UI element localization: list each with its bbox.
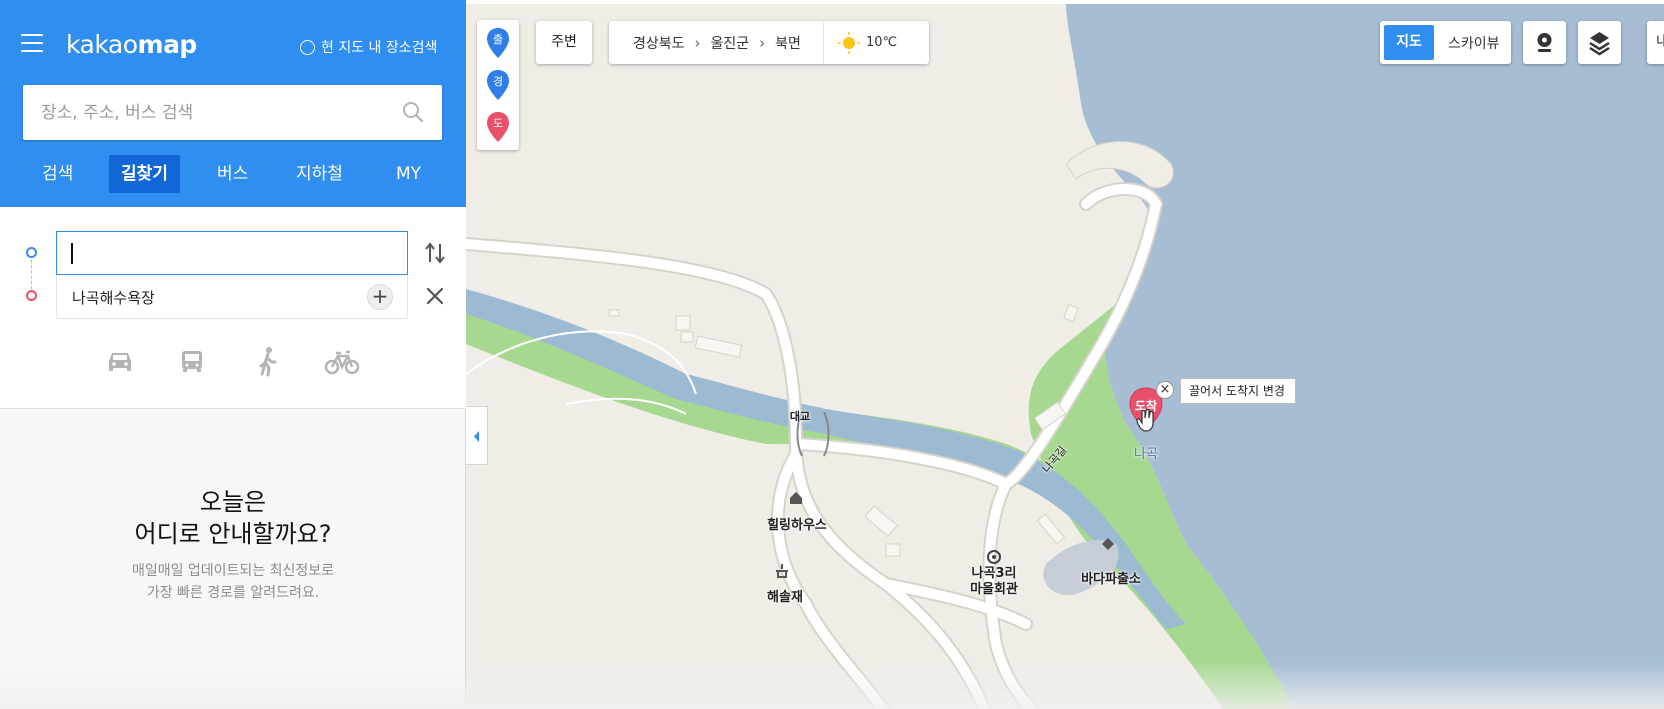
destination-pin-button[interactable]: 도 <box>486 111 510 143</box>
map-canvas[interactable] <box>466 4 1664 709</box>
waypoint-pin-text: 경 <box>493 75 503 88</box>
map-type-map[interactable]: 지도 <box>1384 25 1434 60</box>
tab-subway[interactable]: 지하철 <box>296 155 343 193</box>
region-breadcrumb: 경상북도 › 울진군 › 북면 10℃ <box>609 21 929 64</box>
end-input-value: 나곡해수욕장 <box>72 289 155 307</box>
drag-tooltip: 끌어서 도착지 변경 <box>1180 378 1296 404</box>
sidebar: kakaomap 현 지도 내 장소검색 검색 길찾기 버스 지하철 MY <box>0 0 466 709</box>
divider <box>822 21 824 64</box>
empty-title-line1: 오늘은 <box>199 488 267 516</box>
app-root: kakaomap 현 지도 내 장소검색 검색 길찾기 버스 지하철 MY <box>0 0 1664 709</box>
village-hall-line2: 마을회관 <box>970 582 1018 597</box>
destination-pin-text: 도 <box>493 117 503 130</box>
bus-icon[interactable] <box>172 342 212 382</box>
menu-icon[interactable] <box>21 34 43 52</box>
walk-icon[interactable] <box>248 342 288 382</box>
logo-suffix: map <box>137 30 198 59</box>
chevron-left-icon <box>474 431 479 442</box>
chevron-right-icon: › <box>694 33 701 52</box>
tooltip-close-button[interactable]: × <box>1156 381 1174 399</box>
healing-house-label[interactable]: 힐링하우스 <box>752 518 842 534</box>
hand-cursor-icon <box>1136 409 1154 432</box>
village-hall-label[interactable]: 나곡3리 마을회관 <box>959 566 1029 598</box>
clear-route-icon[interactable] <box>424 285 446 307</box>
start-field <box>56 231 408 275</box>
breadcrumb-province[interactable]: 경상북도 <box>633 33 685 53</box>
sidebar-header: kakaomap 현 지도 내 장소검색 검색 길찾기 버스 지하철 MY <box>0 0 466 207</box>
map-type-skyview[interactable]: 스카이뷰 <box>1440 33 1500 53</box>
current-map-search-toggle[interactable]: 현 지도 내 장소검색 <box>300 37 437 57</box>
add-waypoint-button[interactable]: + <box>367 284 393 310</box>
waypoint-pin-button[interactable]: 경 <box>486 69 510 101</box>
roadview-button[interactable] <box>1523 21 1566 64</box>
route-connector <box>31 260 32 289</box>
start-input[interactable] <box>57 232 407 274</box>
layers-button[interactable] <box>1578 21 1621 64</box>
route-panel: 나곡해수욕장 + <box>0 207 466 409</box>
text-caret <box>71 243 73 264</box>
tab-bus[interactable]: 버스 <box>217 155 248 193</box>
search-input[interactable] <box>23 85 383 140</box>
tab-my[interactable]: MY <box>396 155 421 193</box>
breadcrumb-county[interactable]: 울진군 <box>711 33 750 53</box>
search-box <box>23 85 442 140</box>
current-map-search-label: 현 지도 내 장소검색 <box>321 40 438 56</box>
logo[interactable]: kakaomap <box>66 30 197 59</box>
empty-state-title: 오늘은 어디로 안내할까요? <box>0 486 466 550</box>
empty-state-subtitle: 매일매일 업데이트되는 최신정보로 가장 빠른 경로를 알려드려요. <box>0 560 466 604</box>
roadview-icon <box>1537 33 1552 52</box>
radio-circle-icon <box>300 39 315 55</box>
haesol-label[interactable]: 해솔재 <box>750 590 820 606</box>
empty-title-line2: 어디로 안내할까요? <box>134 520 332 548</box>
main-tabs: 검색 길찾기 버스 지하철 MY <box>0 155 466 195</box>
sun-icon <box>837 31 860 54</box>
map-view[interactable]: 대교 힐링하우스 해솔재 나곡3리 마을회관 바다파출소 나곡 나곡길 도착 ×… <box>466 0 1664 709</box>
nearby-button[interactable]: 주변 <box>536 21 592 64</box>
tab-directions[interactable]: 길찾기 <box>109 155 180 193</box>
empty-sub-line2: 가장 빠른 경로를 알려드려요. <box>146 585 320 601</box>
swap-route-icon[interactable] <box>423 240 447 266</box>
collapse-sidebar-button[interactable] <box>466 406 488 465</box>
logo-prefix: kakao <box>66 30 138 59</box>
police-label[interactable]: 바다파출소 <box>1066 572 1156 588</box>
map-type-switch: 지도 스카이뷰 <box>1380 21 1511 64</box>
chevron-right-icon: › <box>759 33 766 52</box>
end-field[interactable]: 나곡해수욕장 + <box>56 275 408 319</box>
start-pin-button[interactable]: 출 <box>486 27 510 59</box>
nagok-label: 나곡 <box>1134 447 1158 462</box>
tab-search[interactable]: 검색 <box>42 155 73 193</box>
bike-icon[interactable] <box>322 342 362 382</box>
route-pin-toolbar: 출 경 도 <box>477 20 519 150</box>
empty-sub-line1: 매일매일 업데이트되는 최신정보로 <box>131 563 335 579</box>
temperature: 10℃ <box>865 35 898 50</box>
start-dot-icon <box>26 247 37 258</box>
car-icon[interactable] <box>100 342 140 382</box>
transport-modes <box>0 342 466 382</box>
layers-icon <box>1589 32 1610 56</box>
village-hall-line1: 나곡3리 <box>971 566 1017 581</box>
breadcrumb-district[interactable]: 북면 <box>775 33 801 53</box>
my-location-button[interactable]: 내 <box>1647 21 1664 64</box>
start-pin-text: 출 <box>493 33 503 46</box>
end-dot-icon <box>26 290 37 301</box>
search-icon[interactable] <box>402 101 424 123</box>
bridge-label: 대교 <box>789 410 811 423</box>
